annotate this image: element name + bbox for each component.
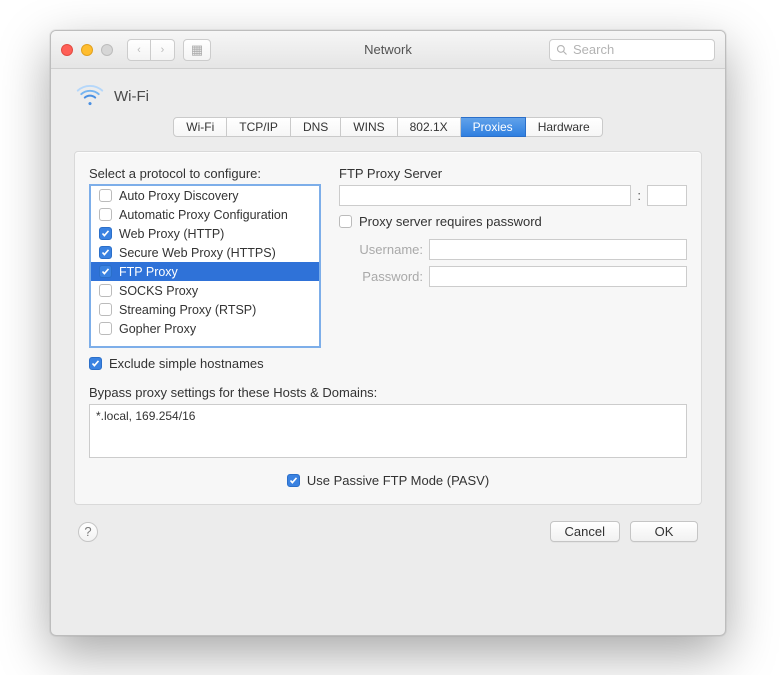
protocols-label: Select a protocol to configure: [89,166,321,181]
cancel-button[interactable]: Cancel [550,521,620,542]
ok-button[interactable]: OK [630,521,698,542]
show-all-button[interactable]: ▦ [183,39,211,61]
pasv-checkbox[interactable] [287,474,300,487]
zoom-window-button [101,44,113,56]
requires-password-checkbox[interactable] [339,215,352,228]
tab-tcpip[interactable]: TCP/IP [227,117,291,137]
search-placeholder: Search [573,42,614,57]
protocol-label: Automatic Proxy Configuration [119,208,288,222]
tab-dns[interactable]: DNS [291,117,341,137]
tab-8021x[interactable]: 802.1X [398,117,461,137]
protocol-checkbox[interactable] [99,284,112,297]
protocol-checkbox[interactable] [99,208,112,221]
tabs: Wi-FiTCP/IPDNSWINS802.1XProxiesHardware [74,117,702,137]
protocol-row[interactable]: Auto Proxy Discovery [91,186,319,205]
password-input[interactable] [429,266,687,287]
protocol-label: Gopher Proxy [119,322,196,336]
protocol-checkbox[interactable] [99,265,112,278]
wifi-icon [76,84,104,109]
protocol-row[interactable]: SOCKS Proxy [91,281,319,300]
chevron-right-icon: › [161,44,165,56]
minimize-window-button[interactable] [81,44,93,56]
search-field[interactable]: Search [549,39,715,61]
protocol-label: FTP Proxy [119,265,178,279]
protocol-label: Auto Proxy Discovery [119,189,238,203]
tab-wins[interactable]: WINS [341,117,397,137]
exclude-simple-checkbox[interactable] [89,357,102,370]
requires-password-label: Proxy server requires password [359,214,542,229]
protocol-row[interactable]: Secure Web Proxy (HTTPS) [91,243,319,262]
server-label: FTP Proxy Server [339,166,687,181]
tab-hardware[interactable]: Hardware [526,117,603,137]
protocol-checkbox[interactable] [99,303,112,316]
protocols-list[interactable]: Auto Proxy Discovery Automatic Proxy Conf… [89,184,321,348]
protocol-checkbox[interactable] [99,227,112,240]
protocol-row[interactable]: FTP Proxy [91,262,319,281]
window-controls [61,44,113,56]
protocol-checkbox[interactable] [99,322,112,335]
search-icon [556,44,568,56]
network-window: ‹ › ▦ Network Search Wi-Fi Wi-FiTCP/IPDN… [50,30,726,636]
bypass-label: Bypass proxy settings for these Hosts & … [89,385,687,400]
proxy-address-input[interactable] [339,185,631,206]
protocol-label: Streaming Proxy (RTSP) [119,303,256,317]
protocol-row[interactable]: Automatic Proxy Configuration [91,205,319,224]
pasv-label: Use Passive FTP Mode (PASV) [307,473,489,488]
username-label: Username: [339,242,423,257]
protocol-row[interactable]: Streaming Proxy (RTSP) [91,300,319,319]
protocol-checkbox[interactable] [99,189,112,202]
protocol-label: Web Proxy (HTTP) [119,227,224,241]
grid-icon: ▦ [191,42,203,58]
protocol-label: SOCKS Proxy [119,284,198,298]
back-button[interactable]: ‹ [127,39,151,61]
titlebar: ‹ › ▦ Network Search [51,31,725,69]
protocol-label: Secure Web Proxy (HTTPS) [119,246,276,260]
username-input[interactable] [429,239,687,260]
protocol-row[interactable]: Web Proxy (HTTP) [91,224,319,243]
pane-header: Wi-Fi [74,84,702,109]
help-button[interactable]: ? [78,522,98,542]
proxies-panel: Select a protocol to configure: Auto Pro… [74,151,702,505]
close-window-button[interactable] [61,44,73,56]
tab-proxies[interactable]: Proxies [461,117,526,137]
protocol-row[interactable]: Gopher Proxy [91,319,319,338]
nav-buttons: ‹ › [127,39,175,61]
bypass-textarea[interactable] [89,404,687,458]
password-label: Password: [339,269,423,284]
chevron-left-icon: ‹ [137,44,141,56]
tab-wifi[interactable]: Wi-Fi [173,117,227,137]
protocol-checkbox[interactable] [99,246,112,259]
address-port-separator: : [637,188,641,203]
proxy-port-input[interactable] [647,185,687,206]
forward-button[interactable]: › [151,39,175,61]
pane-title: Wi-Fi [114,88,149,105]
exclude-simple-label: Exclude simple hostnames [109,356,264,371]
